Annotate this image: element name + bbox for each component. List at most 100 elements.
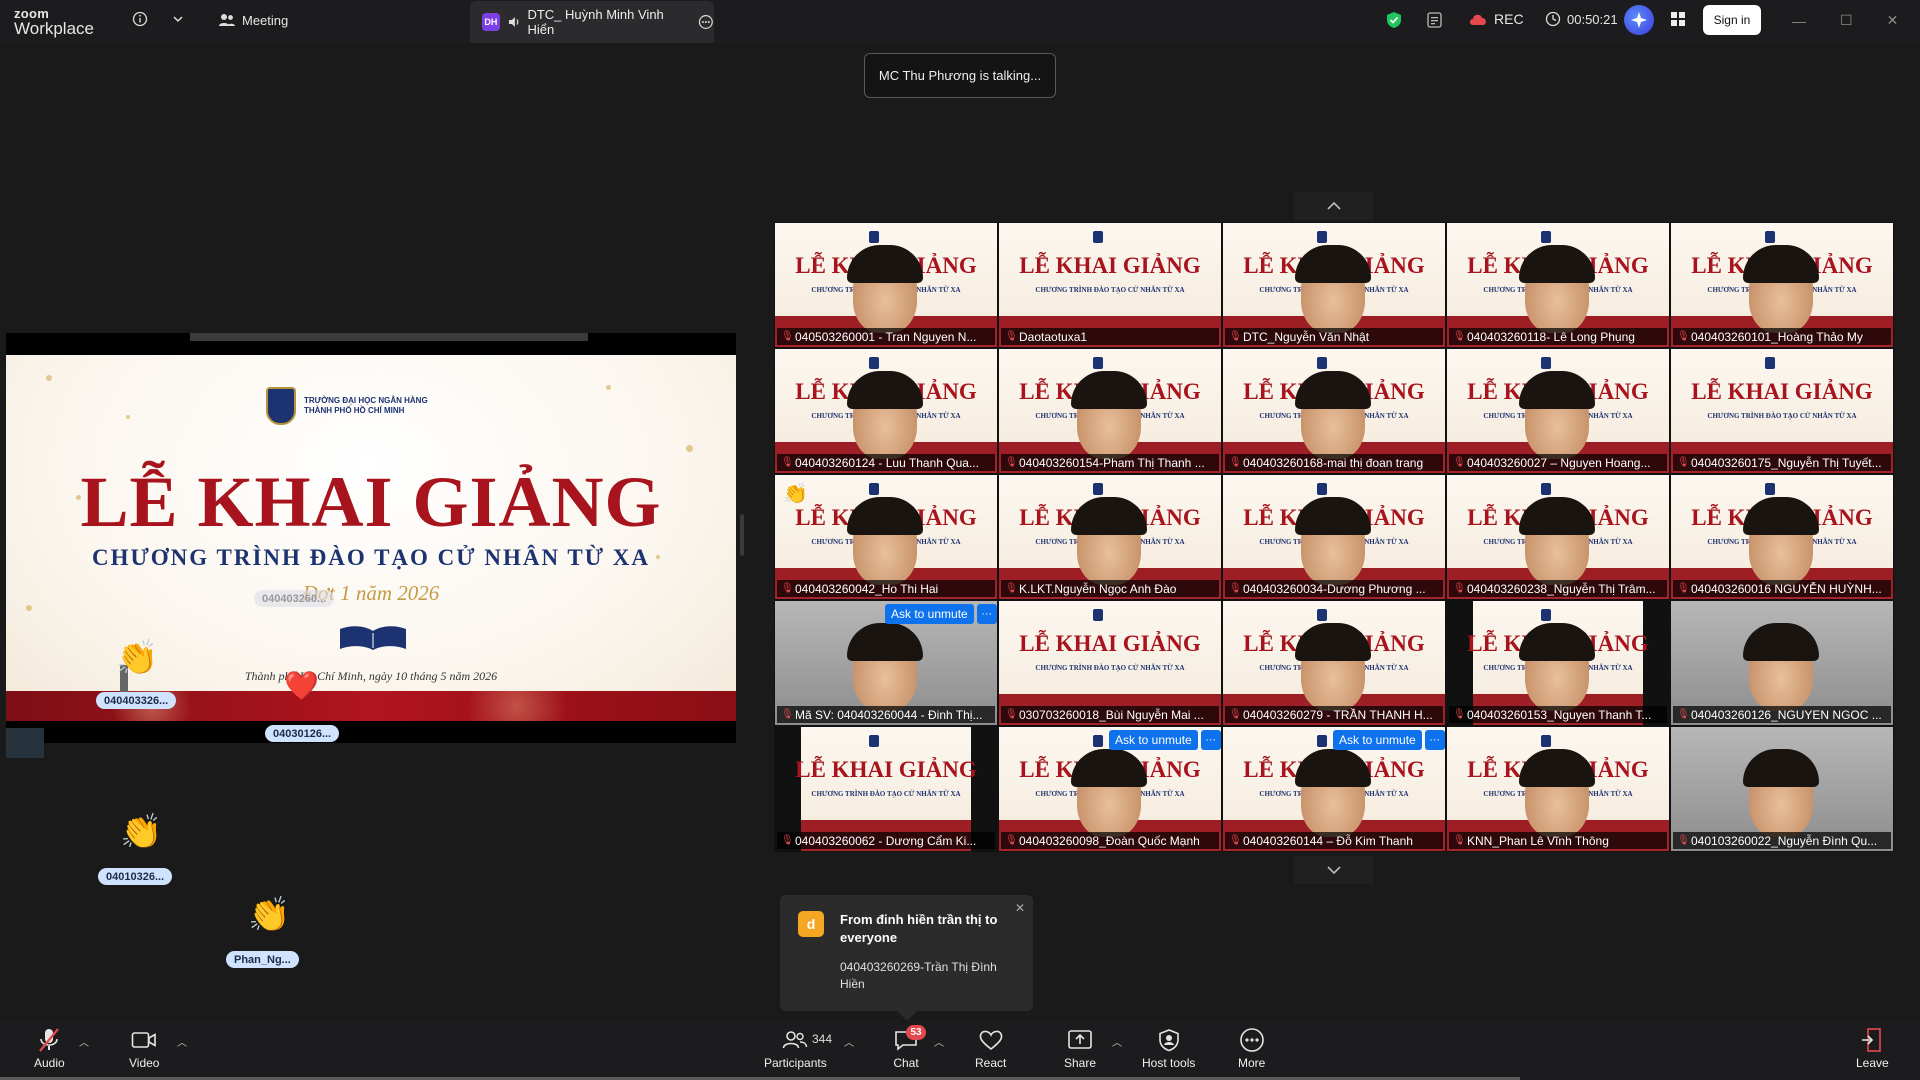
participants-icon [783, 1031, 808, 1049]
participant-video-face [1519, 245, 1595, 333]
participant-nameplate: 🎙 040403260016 NGUYỄN HUỲNH... [1673, 580, 1891, 597]
react-button[interactable]: React [975, 1026, 1006, 1070]
participant-tile[interactable]: LỄ KHAI GIẢNGCHƯƠNG TRÌNH ĐÀO TẠO CỬ NHÂ… [1222, 222, 1446, 348]
participant-tile[interactable]: LỄ KHAI GIẢNGCHƯƠNG TRÌNH ĐÀO TẠO CỬ NHÂ… [1670, 474, 1894, 600]
participant-tile[interactable]: LỄ KHAI GIẢNGCHƯƠNG TRÌNH ĐÀO TẠO CỬ NHÂ… [774, 474, 998, 600]
participant-tile[interactable]: LỄ KHAI GIẢNGCHƯƠNG TRÌNH ĐÀO TẠO CỬ NHÂ… [1670, 348, 1894, 474]
participant-tile[interactable]: LỄ KHAI GIẢNGCHƯƠNG TRÌNH ĐÀO TẠO CỬ NHÂ… [1446, 726, 1670, 852]
participant-tile[interactable]: LỄ KHAI GIẢNGCHƯƠNG TRÌNH ĐÀO TẠO CỬ NHÂ… [998, 348, 1222, 474]
recording-indicator[interactable]: REC [1468, 11, 1524, 27]
school-logo: TRƯỜNG ĐẠI HỌC NGÂN HÀNG THÀNH PHỐ HỒ CH… [266, 387, 428, 425]
ask-to-unmute-button[interactable]: Ask to unmute [1333, 730, 1422, 750]
ask-to-unmute-button[interactable]: Ask to unmute [885, 604, 974, 624]
participant-tile[interactable]: LỄ KHAI GIẢNGCHƯƠNG TRÌNH ĐÀO TẠO CỬ NHÂ… [998, 726, 1222, 852]
share-button[interactable]: Share [1064, 1026, 1096, 1070]
screen-share-tab[interactable]: DH DTC_ Huỳnh Minh Vinh Hiển [470, 1, 714, 43]
participant-tile[interactable]: 🎙 040103260022_Nguyễn Đình Qu... [1670, 726, 1894, 852]
participant-tile[interactable]: LỄ KHAI GIẢNGCHƯƠNG TRÌNH ĐÀO TẠO CỬ NHÂ… [998, 600, 1222, 726]
leave-button[interactable]: Leave [1856, 1026, 1889, 1070]
participant-tile[interactable]: 🎙 040403260126_NGUYEN NGOC ... [1670, 600, 1894, 726]
participant-video-face [1071, 749, 1147, 837]
mic-muted-icon: 🎙 [1677, 330, 1690, 342]
participant-tile[interactable]: LỄ KHAI GIẢNGCHƯƠNG TRÌNH ĐÀO TẠO CỬ NHÂ… [1446, 222, 1670, 348]
participant-tile[interactable]: LỄ KHAI GIẢNGCHƯƠNG TRÌNH ĐÀO TẠO CỬ NHÂ… [998, 474, 1222, 600]
slide-thumbnail[interactable] [6, 728, 44, 758]
share-screen-icon [1068, 1030, 1092, 1049]
ask-to-unmute-group: Ask to unmute ··· [1333, 730, 1445, 750]
tile-more-button[interactable]: ··· [1200, 730, 1221, 750]
panel-splitter[interactable] [740, 514, 744, 556]
participant-nameplate: 🎙 040403260118- Lê Long Phụng [1449, 328, 1667, 345]
participant-nameplate: 🎙 040403260144 – Đỗ Kim Thanh [1225, 832, 1443, 849]
participant-name: 040103260022_Nguyễn Đình Qu... [1691, 833, 1878, 848]
minimize-icon[interactable]: — [1792, 13, 1806, 29]
slide-batch: Đợt 1 năm 2026 [302, 581, 440, 605]
participant-nameplate: 🎙 040403260101_Hoàng Thảo My [1673, 328, 1891, 345]
captions-icon[interactable] [1426, 11, 1444, 29]
rec-label: REC [1494, 11, 1524, 27]
participant-video-face [847, 623, 923, 711]
audio-button[interactable]: Audio [34, 1026, 65, 1070]
clap-reaction-icon: 👏 [120, 813, 163, 851]
participant-tile[interactable]: LỄ KHAI GIẢNGCHƯƠNG TRÌNH ĐÀO TẠO CỬ NHÂ… [1446, 474, 1670, 600]
gallery-page-down-button[interactable] [1294, 856, 1374, 884]
participant-tile[interactable]: LỄ KHAI GIẢNGCHƯƠNG TRÌNH ĐÀO TẠO CỬ NHÂ… [1670, 222, 1894, 348]
participant-tile[interactable]: LỄ KHAI GIẢNGCHƯƠNG TRÌNH ĐÀO TẠO CỬ NHÂ… [774, 348, 998, 474]
video-options-chevron-icon[interactable]: ︿ [177, 1034, 187, 1049]
participant-tile[interactable]: LỄ KHAI GIẢNGCHƯƠNG TRÌNH ĐÀO TẠO CỬ NHÂ… [1222, 726, 1446, 852]
more-button[interactable]: More [1238, 1026, 1265, 1070]
slide-title: LỄ KHAI GIẢNG [80, 462, 662, 542]
audio-label: Audio [34, 1056, 65, 1070]
participant-tile[interactable]: LỄ KHAI GIẢNGCHƯƠNG TRÌNH ĐÀO TẠO CỬ NHÂ… [1222, 600, 1446, 726]
participant-video-face [1071, 371, 1147, 459]
participant-tile[interactable]: Ask to unmute ··· 🎙 Mã SV: 040403260044 - Đ… [774, 600, 998, 726]
participants-options-chevron-icon[interactable]: ︿ [844, 1034, 854, 1049]
participant-name: Daotaotuxa1 [1019, 329, 1088, 344]
shared-screen[interactable]: TRƯỜNG ĐẠI HỌC NGÂN HÀNG THÀNH PHỐ HỒ CH… [6, 333, 736, 758]
chat-options-chevron-icon[interactable]: ︿ [934, 1034, 944, 1049]
participant-tile[interactable]: LỄ KHAI GIẢNGCHƯƠNG TRÌNH ĐÀO TẠO CỬ NHÂ… [1446, 600, 1670, 726]
chat-notification[interactable]: d From đinh hiền trần thị to everyone 04… [780, 895, 1033, 1021]
close-icon[interactable]: ✕ [1887, 12, 1899, 29]
toast-pointer [897, 1001, 917, 1021]
participant-name: 040403260042_Ho Thi Hai [795, 581, 939, 596]
mic-muted-icon: 🎙 [1453, 708, 1466, 720]
gallery-page-up-button[interactable] [1294, 192, 1374, 220]
participant-tile[interactable]: LỄ KHAI GIẢNGCHƯƠNG TRÌNH ĐÀO TẠO CỬ NHÂ… [1222, 348, 1446, 474]
tile-more-button[interactable]: ··· [1424, 730, 1445, 750]
apps-grid-icon[interactable] [1670, 11, 1686, 27]
participant-name: 030703260018_Bùi Nguyễn Mai ... [1019, 707, 1204, 722]
video-button[interactable]: Video [129, 1026, 159, 1070]
ask-to-unmute-button[interactable]: Ask to unmute [1109, 730, 1198, 750]
ask-to-unmute-group: Ask to unmute ··· [1109, 730, 1221, 750]
participant-nameplate: 🎙 K.LKT.Nguyễn Ngọc Anh Đào [1001, 580, 1219, 597]
meeting-timer: 00:50:21 [1545, 11, 1618, 27]
sign-in-button[interactable]: Sign in [1703, 5, 1761, 35]
participant-tile[interactable]: LỄ KHAI GIẢNGCHƯƠNG TRÌNH ĐÀO TẠO CỬ NHÂ… [1222, 474, 1446, 600]
security-shield-icon[interactable] [1386, 11, 1402, 29]
audio-options-chevron-icon[interactable]: ︿ [79, 1034, 89, 1049]
share-options-chevron-icon[interactable]: ︿ [1112, 1034, 1122, 1049]
participant-tile[interactable]: LỄ KHAI GIẢNGCHƯƠNG TRÌNH ĐÀO TẠO CỬ NHÂ… [1446, 348, 1670, 474]
meeting-menu-button[interactable]: Meeting [218, 12, 288, 28]
participant-name: 040403260034-Dương Phương ... [1243, 581, 1426, 596]
mic-muted-icon: 🎙 [781, 708, 794, 720]
share-scrollbar[interactable] [190, 333, 588, 341]
maximize-icon[interactable]: ☐ [1840, 12, 1853, 29]
more-options-icon[interactable] [698, 14, 714, 30]
participant-name: 040403260016 NGUYỄN HUỲNH... [1691, 581, 1882, 596]
host-tools-button[interactable]: Host tools [1142, 1026, 1195, 1070]
school-crest-icon [1093, 483, 1103, 495]
participant-name: Mã SV: 040403260044 - Đinh Thị... [795, 707, 983, 722]
participant-name: 040503260001 - Tran Nguyen N... [795, 329, 977, 344]
participant-tile[interactable]: LỄ KHAI GIẢNGCHƯƠNG TRÌNH ĐÀO TẠO CỬ NHÂ… [774, 726, 998, 852]
close-icon[interactable]: ✕ [1015, 901, 1025, 915]
participant-tile[interactable]: LỄ KHAI GIẢNGCHƯƠNG TRÌNH ĐÀO TẠO CỬ NHÂ… [774, 222, 998, 348]
tile-more-button[interactable]: ··· [976, 604, 997, 624]
chevron-down-icon[interactable] [172, 13, 184, 25]
school-crest-icon [1541, 609, 1551, 621]
ai-companion-button[interactable] [1624, 5, 1654, 35]
participant-nameplate: 🎙 040103260022_Nguyễn Đình Qu... [1673, 832, 1891, 849]
meeting-info-button[interactable] [132, 11, 184, 27]
participant-tile[interactable]: LỄ KHAI GIẢNGCHƯƠNG TRÌNH ĐÀO TẠO CỬ NHÂ… [998, 222, 1222, 348]
